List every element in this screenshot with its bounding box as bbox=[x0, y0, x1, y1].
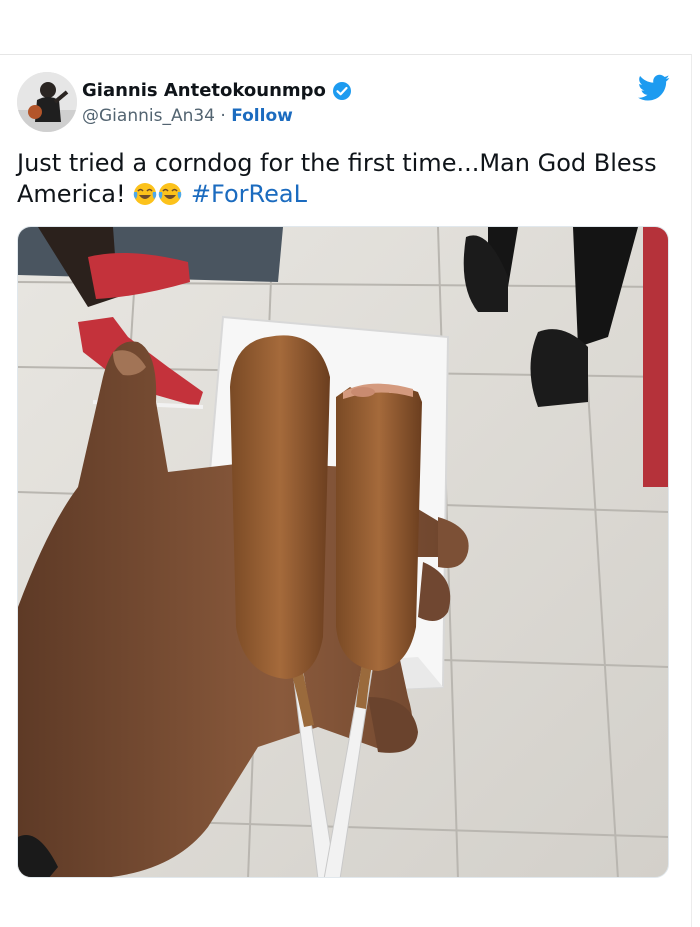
tweet-body: Just tried a corndog for the first time.… bbox=[17, 149, 657, 208]
author-name[interactable]: Giannis Antetokounmpo bbox=[82, 80, 326, 101]
verified-badge-icon bbox=[332, 81, 352, 101]
handle-row: @Giannis_An34 · Follow bbox=[82, 106, 293, 126]
tweet-text: Just tried a corndog for the first time.… bbox=[17, 148, 657, 210]
face-with-tears-of-joy-icon bbox=[158, 182, 182, 206]
follow-button[interactable]: Follow bbox=[231, 106, 293, 126]
author-handle[interactable]: @Giannis_An34 bbox=[82, 106, 215, 126]
author-name-row[interactable]: Giannis Antetokounmpo bbox=[82, 80, 352, 101]
separator-dot: · bbox=[220, 106, 226, 126]
twitter-bird-icon[interactable] bbox=[638, 74, 670, 102]
author-avatar[interactable] bbox=[17, 72, 77, 132]
hashtag-link[interactable]: #ForReaL bbox=[191, 180, 307, 208]
face-with-tears-of-joy-icon bbox=[133, 182, 157, 206]
tweet-photo[interactable] bbox=[17, 226, 669, 878]
